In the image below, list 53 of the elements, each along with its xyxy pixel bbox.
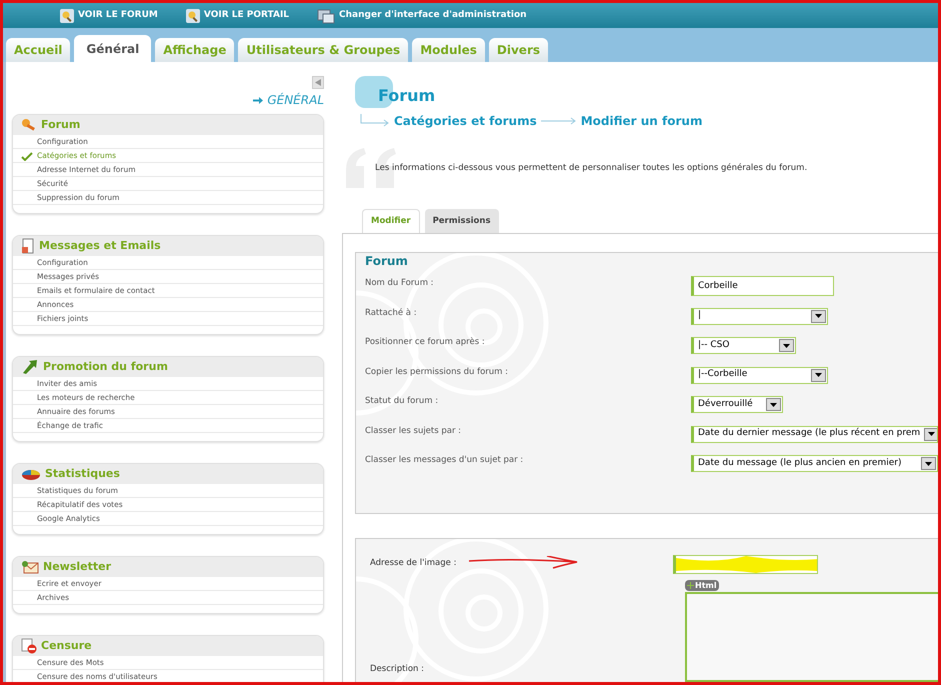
menu-card-title: Newsletter [43, 558, 112, 575]
field-label: Classer les sujets par : [365, 424, 462, 438]
intro-text: Les informations ci-dessous vous permettent de personnaliser toutes les options générales du forum. [375, 162, 808, 174]
menu-card-title: Promotion du forum [43, 358, 168, 375]
top-link[interactable]: VOIR LE FORUM [60, 8, 158, 22]
page-title: Forum [378, 85, 436, 107]
text-field[interactable]: Corbeille [691, 276, 834, 296]
dropdown[interactable]: |--Corbeille [691, 366, 828, 384]
field-label: Adresse de l'image : [370, 557, 458, 570]
dropdown[interactable]: Déverrouillé [691, 396, 783, 413]
field-label: Description : [370, 664, 424, 674]
collapse-button[interactable] [312, 76, 324, 89]
plus-icon [687, 582, 694, 589]
right-arrow-icon [253, 96, 264, 104]
pie-chart-icon [21, 467, 41, 481]
magnifier-icon [186, 8, 200, 22]
dropdown[interactable]: Date du dernier message (le plus récent en prem [691, 426, 938, 442]
dropdown[interactable]: |-- CSO [691, 337, 796, 354]
dropdown-value: |-- CSO [698, 338, 730, 352]
envelope-icon [21, 560, 39, 574]
dropdown-value: Déverrouillé [698, 398, 753, 411]
menu-card-title: Forum [41, 116, 80, 133]
connector-arrow-icon [360, 114, 390, 128]
magnifier-icon [60, 8, 74, 22]
menu-card-title: Statistiques [45, 466, 120, 482]
html-button[interactable]: Html [685, 580, 719, 591]
dropdown[interactable]: Date du message (le plus ancien en premier) [691, 455, 938, 472]
field-label: Classer les messages d'un sujet par : [365, 454, 524, 467]
dropdown-value: |--Corbeille [698, 368, 748, 382]
field-label: Positionner ce forum après : [365, 336, 486, 349]
computer-icon [317, 8, 336, 24]
menu-card-title: Messages et Emails [39, 238, 161, 254]
dropdown[interactable]: | [691, 308, 828, 324]
document-icon [21, 238, 35, 254]
field-label: Copier les permissions du forum : [365, 366, 509, 378]
check-icon [21, 152, 33, 161]
field-label: Rattaché à : [365, 306, 418, 320]
field-label: Statut du forum : [365, 395, 440, 408]
section-title: GÉNÉRAL [267, 92, 324, 109]
field-label: Nom du Forum : [365, 277, 435, 290]
dropdown-value: | [698, 309, 702, 322]
menu-card-title: Censure [41, 638, 92, 654]
left-arrow-icon [315, 79, 321, 86]
scribbled-image-url-field[interactable] [673, 555, 818, 574]
description-field[interactable] [685, 592, 938, 682]
top-link[interactable]: VOIR LE PORTAIL [186, 8, 290, 22]
dropdown-value: Date du message (le plus ancien en premier) [698, 456, 902, 470]
nav-tab[interactable]: Général [74, 35, 152, 62]
form-tab[interactable]: Permissions [424, 209, 499, 233]
dropdown-value: Date du dernier message (le plus récent en prem [698, 427, 920, 440]
top-link[interactable]: Changer d'interface d'administration [317, 8, 527, 24]
arrow-icon [540, 116, 577, 125]
forbidden-document-icon [21, 638, 37, 654]
